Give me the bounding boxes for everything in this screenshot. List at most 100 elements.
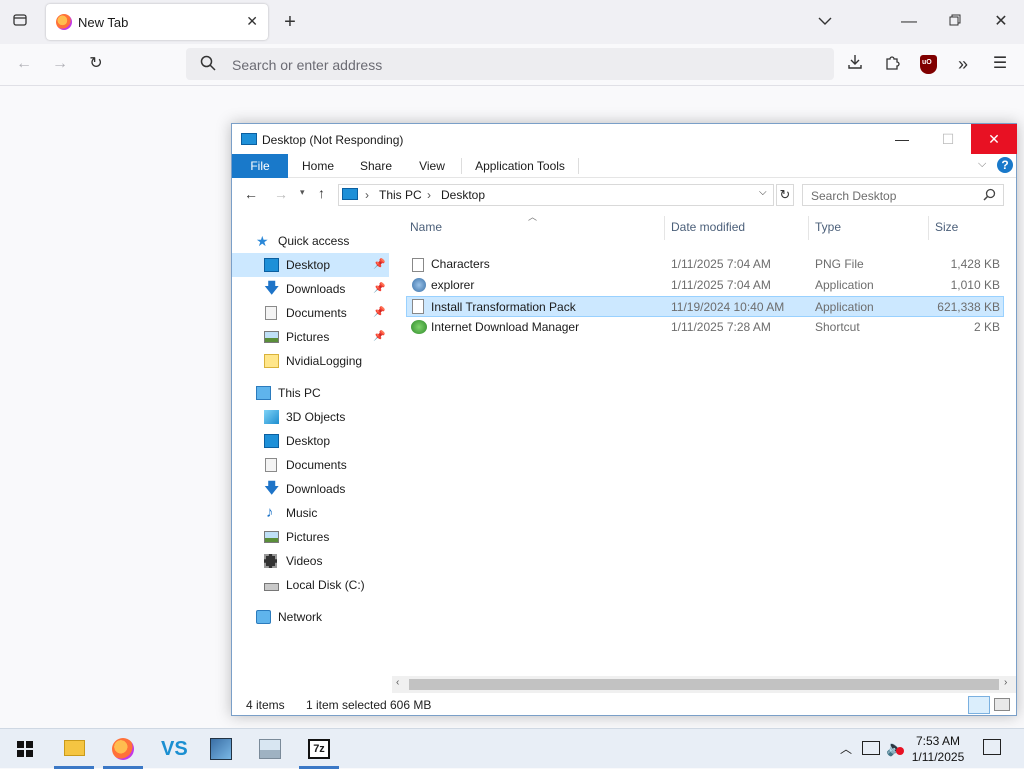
help-icon[interactable]: ? (997, 157, 1013, 173)
reload-icon[interactable]: ↻ (86, 54, 106, 74)
column-separator[interactable] (928, 216, 929, 240)
search-box[interactable]: Search Desktop (802, 184, 1004, 206)
tab-new-tab[interactable]: New Tab ✕ (46, 4, 268, 40)
tree-label: Desktop (286, 258, 331, 272)
tree-item-pictures[interactable]: Pictures (232, 525, 389, 549)
tree-item-pictures-pinned[interactable]: Pictures 📌 (232, 325, 389, 349)
breadcrumb-this-pc[interactable]: This PC (379, 188, 422, 202)
pin-icon[interactable]: 📌 (373, 325, 385, 349)
column-header-name[interactable]: Name (410, 220, 442, 236)
forward-icon[interactable]: → (50, 54, 70, 74)
tree-item-desktop-pinned[interactable]: Desktop 📌 (232, 253, 389, 277)
refresh-icon[interactable]: ↻ (776, 184, 794, 206)
tree-item-music[interactable]: ♪ Music (232, 501, 389, 525)
minimize-button[interactable]: — (879, 124, 925, 154)
close-button[interactable]: ✕ (971, 124, 1017, 154)
column-header-type[interactable]: Type (815, 220, 841, 236)
close-window-icon[interactable]: ✕ (991, 12, 1011, 32)
chip-icon (210, 738, 232, 760)
tree-label: Local Disk (C:) (286, 578, 365, 592)
taskbar-app-cpu[interactable] (198, 729, 244, 769)
forward-arrow-icon[interactable]: → (274, 186, 288, 202)
start-button[interactable] (2, 729, 48, 769)
minimize-icon[interactable]: — (899, 12, 919, 32)
horizontal-scrollbar[interactable]: ‹ › (392, 676, 1016, 693)
scroll-left-icon[interactable]: ‹ (396, 677, 399, 688)
tree-item-local-disk[interactable]: Local Disk (C:) (232, 573, 389, 597)
pin-icon[interactable]: 📌 (373, 301, 385, 325)
notifications-icon[interactable] (983, 739, 1001, 755)
tree-item-documents[interactable]: Documents (232, 453, 389, 477)
column-header-date[interactable]: Date modified (671, 220, 745, 236)
tree-network[interactable]: Network (256, 605, 392, 629)
column-separator[interactable] (664, 216, 665, 240)
pin-icon[interactable]: 📌 (373, 253, 385, 277)
taskbar-app-photos[interactable] (247, 729, 293, 769)
address-dropdown-icon[interactable]: ⌵ (759, 187, 767, 198)
back-arrow-icon[interactable]: ← (244, 186, 258, 202)
pin-icon[interactable]: 📌 (373, 277, 385, 301)
pictures-icon (264, 531, 279, 543)
tab-share[interactable]: Share (352, 154, 400, 178)
file-row[interactable]: explorer 1/11/2025 7:04 AM Application 1… (406, 275, 1004, 296)
tree-item-downloads-pinned[interactable]: 🡇 Downloads 📌 (232, 277, 389, 301)
overflow-menu-icon[interactable]: » (953, 54, 973, 74)
drive-icon (264, 583, 279, 591)
tree-item-documents-pinned[interactable]: Documents 📌 (232, 301, 389, 325)
tree-item-videos[interactable]: Videos (232, 549, 389, 573)
tree-item-nvidialogging[interactable]: NvidiaLogging (232, 349, 389, 373)
details-view-icon[interactable] (968, 696, 990, 714)
window-title-bar[interactable]: Desktop (Not Responding) — ☐ ✕ (232, 124, 1017, 154)
taskbar-file-explorer[interactable] (51, 729, 97, 769)
clock[interactable]: 7:53 AM 1/11/2025 (905, 733, 971, 765)
extensions-icon[interactable] (882, 54, 902, 76)
taskbar-7zip[interactable]: 7z (296, 729, 342, 769)
tree-item-3d-objects[interactable]: 3D Objects (232, 405, 389, 429)
tab-file[interactable]: File (232, 154, 288, 178)
taskbar-firefox[interactable] (100, 729, 146, 769)
file-type: Application (815, 300, 874, 314)
recent-locations-icon[interactable]: ▾ (300, 187, 305, 198)
navigation-bar: ← → ▾ ↑ › This PC › Desktop ⌵ ↻ Search D… (232, 180, 1016, 210)
column-header-size[interactable]: Size (935, 220, 958, 236)
computer-icon (256, 386, 271, 400)
chevron-right-icon: › (365, 188, 369, 202)
downloads-icon[interactable] (845, 54, 865, 76)
tree-label: Documents (286, 458, 347, 472)
ublock-origin-icon[interactable]: uO (920, 55, 937, 74)
tree-item-downloads[interactable]: 🡇 Downloads (232, 477, 389, 501)
search-placeholder: Search Desktop (811, 189, 897, 203)
file-row[interactable]: Internet Download Manager 1/11/2025 7:28… (406, 317, 1004, 338)
new-tab-icon[interactable]: + (280, 12, 300, 32)
up-arrow-icon[interactable]: ↑ (318, 185, 325, 201)
tree-item-desktop[interactable]: Desktop (232, 429, 389, 453)
download-arrow-icon: 🡇 (264, 280, 280, 297)
list-all-tabs-icon[interactable] (815, 12, 835, 32)
tree-quick-access[interactable]: ★ Quick access (256, 229, 392, 253)
breadcrumb[interactable]: › This PC › Desktop ⌵ (338, 184, 774, 206)
show-hidden-icons-icon[interactable]: ︿ (840, 740, 852, 757)
restore-icon[interactable] (945, 12, 965, 32)
file-row[interactable]: Characters 1/11/2025 7:04 AM PNG File 1,… (406, 254, 1004, 275)
taskbar-app-vs[interactable]: VS (149, 729, 195, 769)
network-status-icon[interactable] (862, 741, 880, 755)
breadcrumb-desktop[interactable]: Desktop (441, 188, 485, 202)
tab-application-tools[interactable]: Application Tools (468, 154, 572, 178)
tab-view[interactable]: View (408, 154, 456, 178)
folder-icon (64, 740, 85, 756)
column-separator[interactable] (808, 216, 809, 240)
address-bar[interactable]: Search or enter address (186, 48, 834, 80)
scrollbar-thumb[interactable] (409, 679, 999, 690)
tree-this-pc[interactable]: This PC (256, 381, 392, 405)
file-type: PNG File (815, 257, 864, 271)
expand-ribbon-icon[interactable]: ⌵ (978, 158, 986, 171)
back-icon[interactable]: ← (14, 54, 34, 74)
tab-home[interactable]: Home (294, 154, 342, 178)
scroll-right-icon[interactable]: › (1004, 677, 1007, 688)
tab-list-icon[interactable] (10, 12, 30, 34)
file-row-selected[interactable]: Install Transformation Pack 11/19/2024 1… (406, 296, 1004, 317)
hamburger-menu-icon[interactable]: ☰ (990, 54, 1010, 74)
large-icons-view-icon[interactable] (994, 698, 1010, 711)
close-tab-icon[interactable]: ✕ (246, 13, 258, 30)
maximize-button[interactable]: ☐ (925, 124, 971, 154)
